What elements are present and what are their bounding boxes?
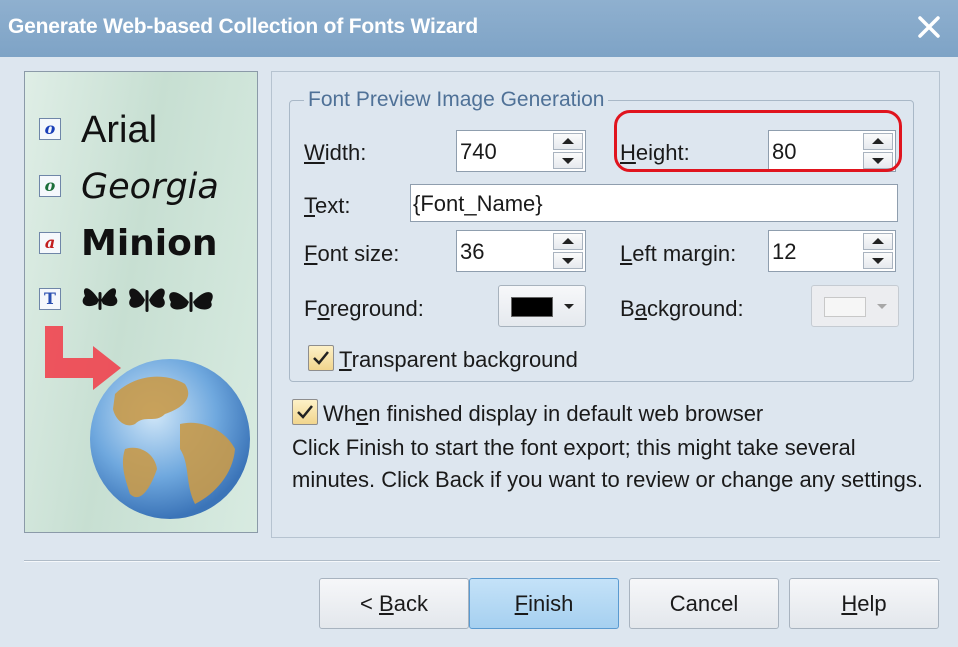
finish-button[interactable]: Finish <box>469 578 619 629</box>
button-separator <box>24 560 940 562</box>
title-bar: Generate Web-based Collection of Fonts W… <box>0 0 958 57</box>
font-size-value[interactable]: 36 <box>460 239 484 265</box>
chevron-down-icon <box>877 304 887 309</box>
left-margin-value[interactable]: 12 <box>772 239 796 265</box>
foreground-label: Foreground: <box>304 296 424 321</box>
height-spinbox[interactable]: 80 <box>768 130 896 172</box>
globe-icon <box>90 359 250 519</box>
background-color-picker[interactable] <box>811 285 899 327</box>
font-size-up-button[interactable] <box>553 233 583 250</box>
width-label: Width: <box>304 140 367 165</box>
chevron-down-icon <box>564 304 574 309</box>
wizard-side-image: o Arial o Georgia a Minion T <box>24 71 258 533</box>
font-size-spinbox[interactable]: 36 <box>456 230 586 272</box>
display-in-browser-checkbox[interactable] <box>292 399 318 425</box>
checkmark-icon <box>313 351 329 365</box>
background-color-swatch <box>824 297 866 317</box>
height-value[interactable]: 80 <box>772 139 796 165</box>
width-value[interactable]: 740 <box>460 139 497 165</box>
text-value[interactable]: {Font_Name} <box>413 191 543 217</box>
font-size-label: Font size: <box>304 241 400 266</box>
font-name-georgia: Georgia <box>81 167 219 207</box>
left-margin-spinbox[interactable]: 12 <box>768 230 896 272</box>
finish-instructions: Click Finish to start the font export; t… <box>292 435 923 492</box>
truetype-font-icon: T <box>39 288 61 310</box>
type1-font-icon: a <box>39 232 61 254</box>
foreground-color-picker[interactable] <box>498 285 586 327</box>
group-legend: Font Preview Image Generation <box>308 88 605 111</box>
display-in-browser-label[interactable]: When finished display in default web bro… <box>323 401 763 427</box>
height-label: Height: <box>620 140 690 165</box>
back-button[interactable]: < Back <box>319 578 469 629</box>
help-button[interactable]: Help <box>789 578 939 629</box>
font-preview-group: Font Preview Image Generation Width: 740… <box>289 88 914 382</box>
wizard-page: Font Preview Image Generation Width: 740… <box>271 71 940 538</box>
height-down-button[interactable] <box>863 152 893 169</box>
left-margin-up-button[interactable] <box>863 233 893 250</box>
width-spinbox[interactable]: 740 <box>456 130 586 172</box>
transparent-background-checkbox[interactable] <box>308 345 334 371</box>
left-margin-label: Left margin: <box>620 241 737 266</box>
opentype-font-icon: o <box>39 118 61 140</box>
font-name-minion: Minion <box>81 223 218 264</box>
wizard-body: o Arial o Georgia a Minion T Font Previe… <box>4 57 954 643</box>
window-title: Generate Web-based Collection of Fonts W… <box>8 15 478 38</box>
opentype-font-icon: o <box>39 175 61 197</box>
transparent-background-label[interactable]: Transparent background <box>339 347 578 373</box>
height-up-button[interactable] <box>863 133 893 150</box>
checkmark-icon <box>297 405 313 419</box>
foreground-color-swatch <box>511 297 553 317</box>
width-down-button[interactable] <box>553 152 583 169</box>
text-label: Text: <box>304 193 351 218</box>
background-label: Background: <box>620 296 744 321</box>
font-size-down-button[interactable] <box>553 252 583 269</box>
close-icon[interactable] <box>914 12 944 42</box>
left-margin-down-button[interactable] <box>863 252 893 269</box>
font-name-arial: Arial <box>81 109 158 151</box>
width-up-button[interactable] <box>553 133 583 150</box>
cancel-button[interactable]: Cancel <box>629 578 779 629</box>
text-field[interactable]: {Font_Name} <box>410 184 898 222</box>
butterflies-icon <box>82 288 213 312</box>
